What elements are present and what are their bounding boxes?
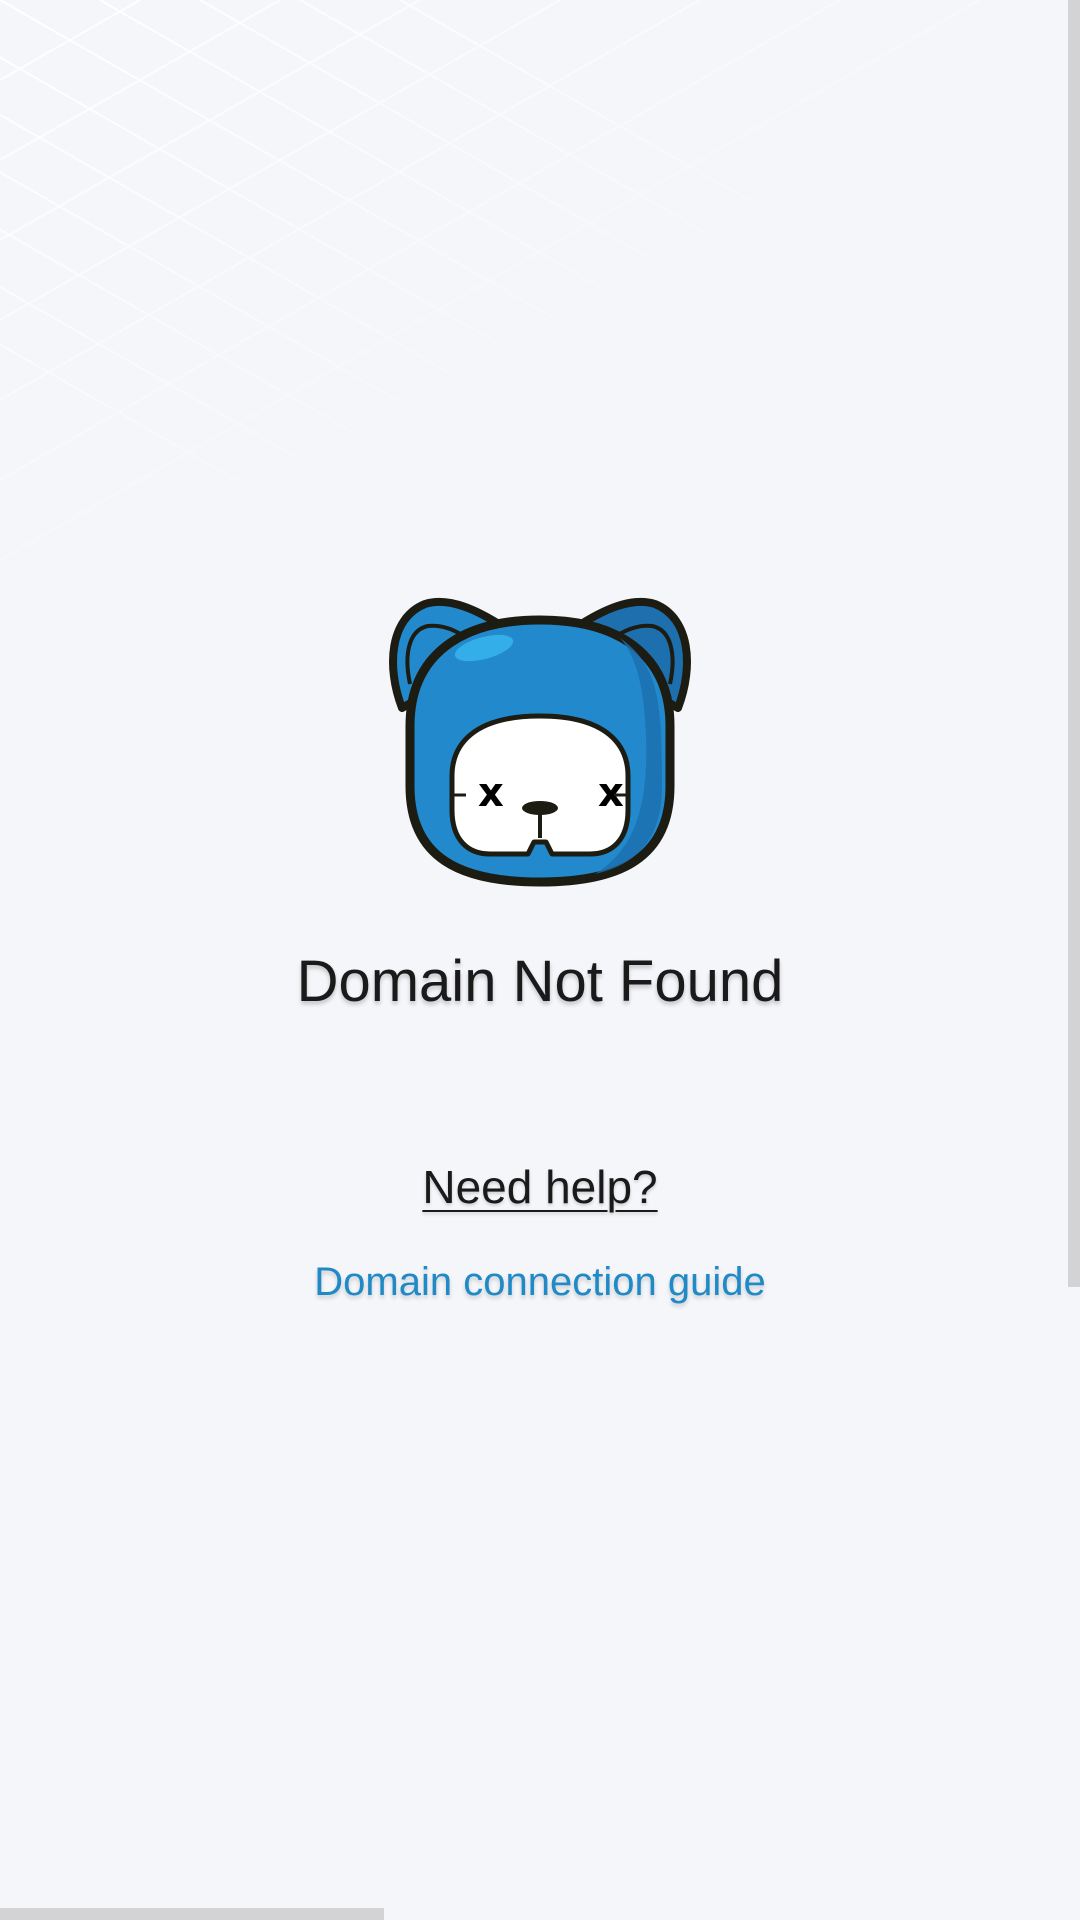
horizontal-scrollbar[interactable]	[0, 1908, 384, 1920]
domain-connection-guide-link[interactable]: Domain connection guide	[0, 1260, 1080, 1305]
background-grid-pattern	[0, 0, 1080, 600]
svg-text:x: x	[598, 770, 624, 816]
page-title: Domain Not Found	[296, 949, 784, 1014]
svg-text:x: x	[478, 770, 504, 816]
vertical-scrollbar[interactable]	[1068, 0, 1080, 1287]
help-link[interactable]: Need help?	[0, 1160, 1080, 1214]
blue-cat-mascot-icon: x x	[389, 597, 691, 887]
